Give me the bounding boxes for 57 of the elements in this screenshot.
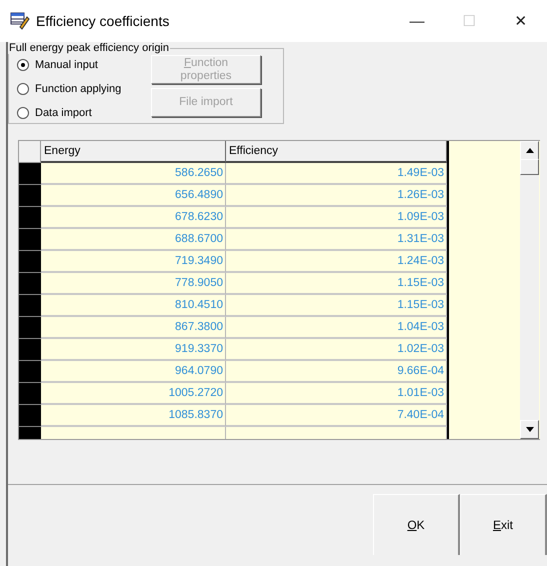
- table-cell[interactable]: 778.9050: [41, 273, 226, 295]
- table-cell[interactable]: 867.3800: [41, 317, 226, 339]
- table-cell[interactable]: 656.4890: [41, 185, 226, 207]
- row-header[interactable]: [19, 163, 41, 185]
- table-cell[interactable]: 9.66E-04: [226, 361, 447, 383]
- row-header[interactable]: [19, 405, 41, 427]
- row-header[interactable]: [19, 339, 41, 361]
- table-cell[interactable]: 1.09E-03: [226, 207, 447, 229]
- row-header[interactable]: [19, 273, 41, 295]
- column-header[interactable]: Efficiency: [226, 141, 447, 163]
- row-header[interactable]: [19, 207, 41, 229]
- exit-button[interactable]: Exit: [460, 494, 547, 555]
- minimize-button[interactable]: —: [391, 12, 443, 30]
- radio-label[interactable]: Function applying: [35, 83, 122, 95]
- table-cell[interactable]: 719.3490: [41, 251, 226, 273]
- radio-button[interactable]: [17, 59, 29, 71]
- table-cell[interactable]: 1.26E-03: [226, 185, 447, 207]
- ok-button[interactable]: OK: [373, 494, 460, 555]
- table-pencil-icon: [10, 12, 30, 30]
- row-header[interactable]: [19, 383, 41, 405]
- row-header[interactable]: [19, 185, 41, 207]
- table-cell[interactable]: 1.15E-03: [226, 273, 447, 295]
- radio-button[interactable]: [17, 83, 29, 95]
- column-header[interactable]: Energy: [41, 141, 226, 163]
- table-cell[interactable]: 688.6700: [41, 229, 226, 251]
- row-header[interactable]: [19, 229, 41, 251]
- down-arrow-icon: [526, 427, 534, 432]
- table-cell[interactable]: 1.02E-03: [226, 339, 447, 361]
- radio-label[interactable]: Manual input: [35, 59, 98, 71]
- window-title: Efficiency coefficients: [36, 13, 170, 29]
- scrollbar[interactable]: [520, 141, 539, 439]
- table-cell[interactable]: 586.2650: [41, 163, 226, 185]
- table-cell[interactable]: 1.01E-03: [226, 383, 447, 405]
- row-header[interactable]: [19, 295, 41, 317]
- radio-button[interactable]: [17, 107, 29, 119]
- table-cell[interactable]: 1.24E-03: [226, 251, 447, 273]
- row-header[interactable]: [19, 317, 41, 339]
- row-header[interactable]: [19, 361, 41, 383]
- table-cell[interactable]: 1.04E-03: [226, 317, 447, 339]
- row-header[interactable]: [19, 251, 41, 273]
- table-cell[interactable]: 1.49E-03: [226, 163, 447, 185]
- table-cell[interactable]: 678.6230: [41, 207, 226, 229]
- table-cell[interactable]: 919.3370: [41, 339, 226, 361]
- table-cell[interactable]: 1.31E-03: [226, 229, 447, 251]
- table-cell[interactable]: 810.4510: [41, 295, 226, 317]
- scroll-thumb[interactable]: [520, 159, 539, 175]
- table-cell[interactable]: 1005.2720: [41, 383, 226, 405]
- table-cell[interactable]: 964.0790: [41, 361, 226, 383]
- scroll-down-button[interactable]: [520, 420, 539, 439]
- close-button[interactable]: ✕: [495, 12, 547, 30]
- table-cell[interactable]: 7.40E-04: [226, 405, 447, 427]
- group-title: Full energy peak efficiency origin: [8, 42, 170, 54]
- table-cell[interactable]: 1.15E-03: [226, 295, 447, 317]
- up-arrow-icon: [526, 148, 534, 153]
- radio-label[interactable]: Data import: [35, 107, 92, 119]
- scroll-up-button[interactable]: [520, 141, 539, 160]
- table-cell[interactable]: 1085.8370: [41, 405, 226, 427]
